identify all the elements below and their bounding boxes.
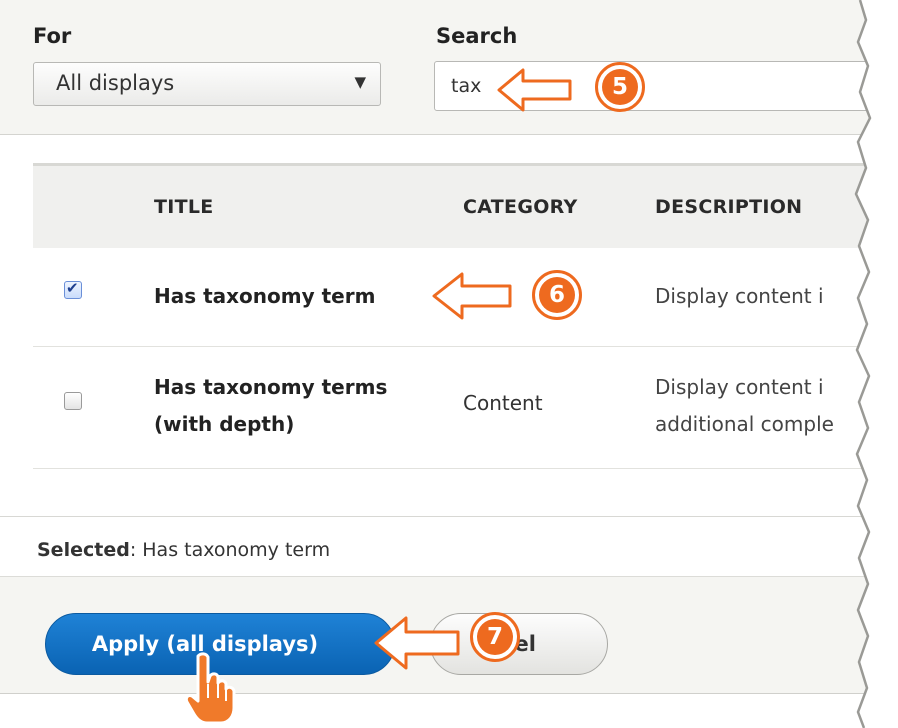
column-header-description: DESCRIPTION [655,196,803,218]
table-row: ✔ Has taxonomy term Display content i [33,248,898,347]
selected-summary: Selected: Has taxonomy term [0,516,898,577]
checkmark-icon: ✔ [66,279,79,297]
for-label: For [33,24,72,48]
row-description: Display content i additional comple [655,369,875,443]
row-description-line: Display content i [655,375,824,399]
selected-value: Has taxonomy term [142,539,331,561]
search-input[interactable]: tax [434,61,898,111]
search-input-value: tax [451,75,482,97]
apply-button[interactable]: Apply (all displays) [45,613,395,675]
row-title: Has taxonomy term [154,284,376,308]
row-checkbox[interactable]: ✔ [64,279,82,299]
row-category: Content [463,391,543,415]
add-filter-dialog: For All displays ▼ Search tax TITLE CATE… [0,0,898,728]
row-checkbox[interactable] [64,392,82,410]
column-header-title: TITLE [154,196,214,218]
row-title: Has taxonomy terms (with depth) [154,375,388,436]
filter-bar: For All displays ▼ Search tax [0,0,898,135]
cancel-button[interactable]: cel [430,613,608,675]
table-header: TITLE CATEGORY DESCRIPTION [33,163,898,251]
column-header-category: CATEGORY [463,196,578,218]
button-bar: Apply (all displays) cel [0,576,898,694]
search-label: Search [436,24,518,48]
for-select-value: All displays [56,71,175,95]
table-row: Has taxonomy terms (with depth) Content … [33,347,898,469]
chevron-down-icon: ▼ [354,73,366,91]
selected-label: Selected [37,539,130,561]
row-description-line: additional comple [655,412,834,436]
row-description: Display content i [655,284,824,308]
selected-text: Selected: Has taxonomy term [37,539,331,561]
for-select[interactable]: All displays ▼ [33,62,381,106]
